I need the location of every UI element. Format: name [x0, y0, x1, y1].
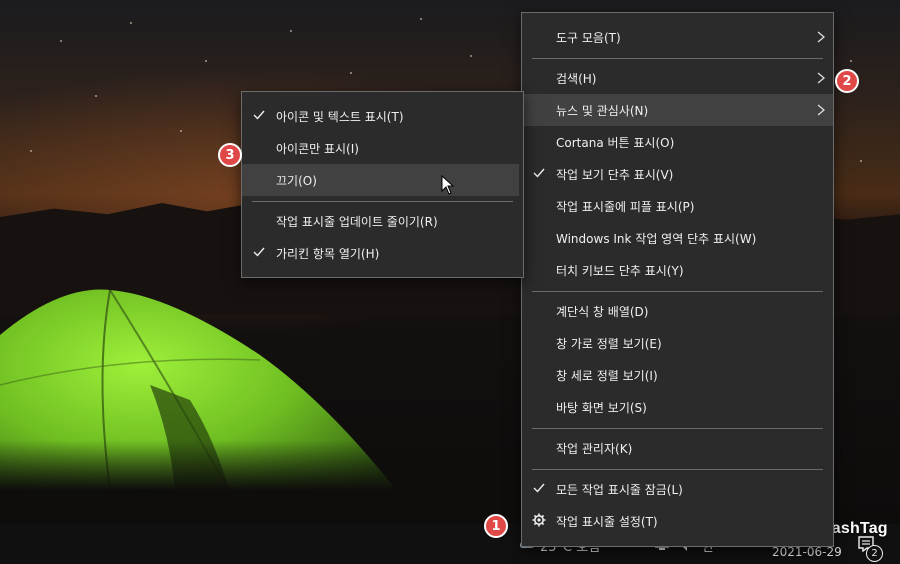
menu-item-label: 아이콘만 표시(I) — [276, 142, 359, 156]
chevron-right-icon — [817, 31, 825, 43]
submenu-item-icon-only[interactable]: 아이콘만 표시(I) — [242, 132, 523, 164]
gear-icon — [532, 513, 546, 527]
checkmark-icon — [533, 483, 545, 493]
chevron-right-icon — [817, 104, 825, 116]
menu-item-label: 작업 보기 단추 표시(V) — [556, 168, 674, 182]
menu-separator — [532, 428, 823, 429]
menu-item-label: 아이콘 및 텍스트 표시(T) — [276, 110, 404, 124]
checkmark-icon — [253, 110, 265, 120]
checkmark-icon — [253, 247, 265, 257]
menu-item-lock-taskbars[interactable]: 모든 작업 표시줄 잠금(L) — [522, 473, 833, 505]
submenu-item-turn-off[interactable]: 끄기(O) — [242, 164, 519, 196]
star — [130, 22, 132, 24]
grass-foreground — [0, 440, 520, 524]
menu-item-side-by-side[interactable]: 창 세로 정렬 보기(I) — [522, 359, 833, 391]
menu-separator — [532, 58, 823, 59]
menu-item-show-desktop[interactable]: 바탕 화면 보기(S) — [522, 391, 833, 423]
checkmark-icon — [533, 168, 545, 178]
menu-item-label: 바탕 화면 보기(S) — [556, 401, 647, 415]
news-interests-submenu: 아이콘 및 텍스트 표시(T) 아이콘만 표시(I) 끄기(O) 작업 표시줄 … — [241, 91, 524, 278]
menu-item-label: Windows Ink 작업 영역 단추 표시(W) — [556, 232, 757, 246]
star — [470, 55, 472, 57]
menu-item-label: 창 세로 정렬 보기(I) — [556, 369, 658, 383]
annotation-pointer-icon — [826, 86, 838, 98]
annotation-pointer-icon — [503, 530, 515, 542]
menu-separator — [532, 291, 823, 292]
menu-item-search[interactable]: 검색(H) — [522, 62, 833, 94]
taskbar-context-menu: 도구 모음(T) 검색(H) 뉴스 및 관심사(N) Cortana 버튼 표시… — [521, 12, 834, 547]
star — [850, 60, 852, 62]
menu-item-task-manager[interactable]: 작업 관리자(K) — [522, 432, 833, 464]
star — [95, 95, 97, 97]
menu-item-label: 검색(H) — [556, 72, 597, 86]
mouse-cursor-icon — [441, 175, 455, 195]
menu-item-label: 끄기(O) — [276, 174, 317, 188]
menu-item-label: 가리킨 항목 열기(H) — [276, 247, 380, 261]
menu-item-task-view[interactable]: 작업 보기 단추 표시(V) — [522, 158, 833, 190]
star — [30, 150, 32, 152]
menu-item-cortana[interactable]: Cortana 버튼 표시(O) — [522, 126, 833, 158]
menu-item-label: 작업 관리자(K) — [556, 442, 633, 456]
annotation-pointer-icon — [236, 158, 248, 170]
menu-item-touch-keyboard[interactable]: 터치 키보드 단추 표시(Y) — [522, 254, 833, 286]
menu-item-people[interactable]: 작업 표시줄에 피플 표시(P) — [522, 190, 833, 222]
menu-item-label: 터치 키보드 단추 표시(Y) — [556, 264, 684, 278]
menu-item-taskbar-settings[interactable]: 작업 표시줄 설정(T) — [522, 505, 833, 537]
menu-item-label: 작업 표시줄 설정(T) — [556, 515, 658, 529]
submenu-item-icon-and-text[interactable]: 아이콘 및 텍스트 표시(T) — [242, 100, 523, 132]
star — [290, 30, 292, 32]
menu-item-toolbars[interactable]: 도구 모음(T) — [522, 21, 833, 53]
menu-item-label: 작업 표시줄에 피플 표시(P) — [556, 200, 695, 214]
submenu-item-reduce-updates[interactable]: 작업 표시줄 업데이트 줄이기(R) — [242, 205, 523, 237]
menu-item-label: 뉴스 및 관심사(N) — [556, 104, 649, 118]
menu-item-label: 도구 모음(T) — [556, 31, 621, 45]
menu-item-stacked[interactable]: 창 가로 정렬 보기(E) — [522, 327, 833, 359]
menu-item-cascade[interactable]: 계단식 창 배열(D) — [522, 295, 833, 327]
submenu-item-open-on-hover[interactable]: 가리킨 항목 열기(H) — [242, 237, 523, 269]
star — [180, 130, 182, 132]
star — [60, 40, 62, 42]
menu-separator — [532, 469, 823, 470]
chevron-right-icon — [817, 72, 825, 84]
menu-item-label: 계단식 창 배열(D) — [556, 305, 649, 319]
star — [420, 18, 422, 20]
menu-item-news-and-interests[interactable]: 뉴스 및 관심사(N) — [522, 94, 833, 126]
star — [860, 160, 862, 162]
menu-item-windows-ink[interactable]: Windows Ink 작업 영역 단추 표시(W) — [522, 222, 833, 254]
menu-separator — [252, 201, 513, 202]
star — [205, 60, 207, 62]
menu-item-label: Cortana 버튼 표시(O) — [556, 136, 675, 150]
menu-item-label: 작업 표시줄 업데이트 줄이기(R) — [276, 215, 438, 229]
menu-item-label: 창 가로 정렬 보기(E) — [556, 337, 662, 351]
menu-item-label: 모든 작업 표시줄 잠금(L) — [556, 483, 683, 497]
star — [350, 72, 352, 74]
